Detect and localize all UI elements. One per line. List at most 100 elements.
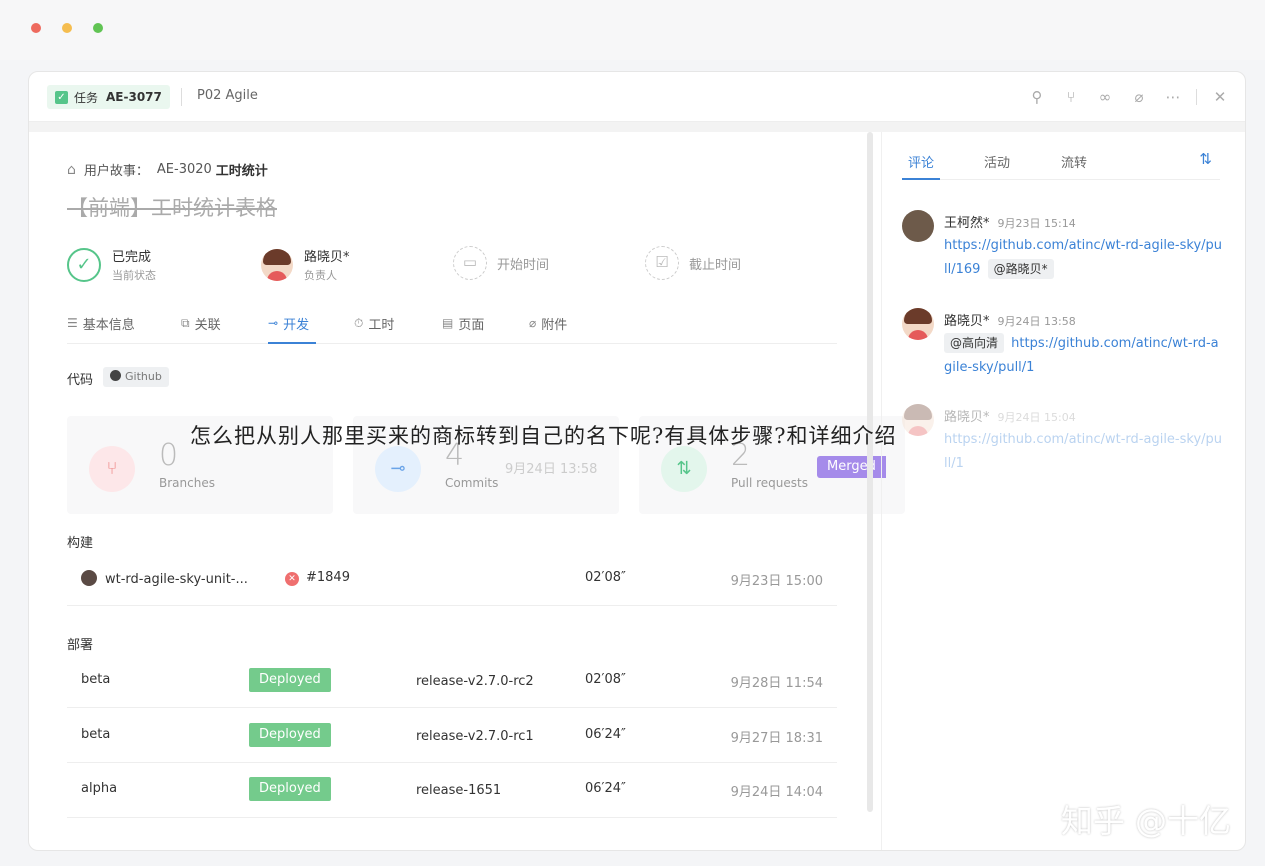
comment-author[interactable]: 王柯然* xyxy=(944,216,990,231)
maximize-window-button[interactable] xyxy=(93,23,103,33)
tab-activity[interactable]: 活动 xyxy=(984,152,1010,171)
minimize-window-button[interactable] xyxy=(62,23,72,33)
breadcrumb-title[interactable]: 工时统计 xyxy=(216,160,268,179)
comment-link[interactable]: https://github.com/atinc/wt-rd-agile-sky… xyxy=(944,432,1222,471)
table-row[interactable]: alpha Deployed release-1651 06′24″ 9月24日… xyxy=(67,763,837,818)
close-window-button[interactable] xyxy=(31,23,41,33)
table-row[interactable]: beta Deployed release-v2.7.0-rc1 06′24″ … xyxy=(67,708,837,763)
close-icon[interactable]: ✕ xyxy=(1209,86,1231,108)
end-time-label: 截止时间 xyxy=(689,257,742,273)
comment-author[interactable]: 路晓贝* xyxy=(944,314,990,329)
table-row[interactable]: wt-rd-agile-sky-unit-... ✕ #1849 02′08″ 9… xyxy=(67,554,837,606)
deploy-duration: 06′24″ xyxy=(585,727,626,742)
tab-flow[interactable]: 流转 xyxy=(1061,152,1087,171)
calendar-check-icon: ☑ xyxy=(645,246,679,280)
task-type-chip[interactable]: ✓ 任务 AE-3077 xyxy=(47,85,170,109)
breadcrumb-id[interactable]: AE-3020 xyxy=(157,162,212,177)
scrollbar[interactable] xyxy=(867,132,873,812)
link-icon[interactable]: ∞ xyxy=(1094,86,1116,108)
task-type-label: 任务 xyxy=(74,90,99,105)
attachment-icon[interactable]: ⌀ xyxy=(1128,86,1150,108)
overlay-caption: 怎么把从别人那里买来的商标转到自己的名下呢?有具体步骤?和详细介绍 xyxy=(190,424,897,448)
comment-link[interactable]: https://github.com/atinc/wt-rd-agile-sky… xyxy=(944,238,1222,277)
comment-author[interactable]: 路晓贝* xyxy=(944,410,990,425)
deploy-duration: 02′08″ xyxy=(585,672,626,687)
pull-requests-label: Pull requests xyxy=(731,476,808,490)
more-icon[interactable]: ⋯ xyxy=(1162,86,1184,108)
tab-label: 开发 xyxy=(283,317,310,333)
commits-label: Commits xyxy=(445,476,499,490)
commit-icon: ⊸ xyxy=(375,446,421,492)
tab-label: 工时 xyxy=(368,317,395,333)
github-badge[interactable]: Github xyxy=(103,367,169,387)
calendar-icon: ▭ xyxy=(453,246,487,280)
tab-basic-info[interactable]: ☰ 基本信息 xyxy=(67,312,135,334)
header-actions: ⚲ ⑂ ∞ ⌀ ⋯ ✕ xyxy=(1014,86,1231,108)
deploy-release[interactable]: release-1651 xyxy=(416,783,501,798)
tab-attachments[interactable]: ⌀ 附件 xyxy=(529,312,567,334)
breadcrumb-type: 用户故事： xyxy=(83,164,149,179)
mention-tag[interactable]: @高向清 xyxy=(944,333,1005,353)
tab-worktime[interactable]: ⏱ 工时 xyxy=(354,312,394,334)
status-property[interactable]: ✓ 已完成 当前状态 xyxy=(67,246,156,283)
checkbox-icon: ✓ xyxy=(55,90,68,104)
build-number[interactable]: ✕ #1849 xyxy=(285,570,350,586)
tab-comments[interactable]: 评论 xyxy=(908,152,934,171)
branch-icon: ⑂ xyxy=(89,446,135,492)
avatar xyxy=(261,248,293,281)
active-tab-indicator xyxy=(268,342,316,344)
relation-icon: ⧉ xyxy=(181,315,190,330)
sort-icon[interactable]: ⇅ xyxy=(1199,150,1212,168)
build-duration: 02′08″ xyxy=(585,570,626,585)
tab-pages[interactable]: ▤ 页面 xyxy=(442,312,484,334)
deploy-env: beta xyxy=(81,672,111,687)
task-detail-window: ✓ 任务 AE-3077 P02 Agile ⚲ ⑂ ∞ ⌀ ⋯ ✕ ⌂ 用户故… xyxy=(28,71,1246,851)
project-name[interactable]: P02 Agile xyxy=(197,88,258,103)
comment-body: https://github.com/atinc/wt-rd-agile-sky… xyxy=(944,234,1224,282)
github-icon xyxy=(110,370,121,381)
pin-icon[interactable]: ⚲ xyxy=(1026,86,1048,108)
jenkins-avatar xyxy=(81,570,97,586)
page-title[interactable]: 【前端】工时统计表格 xyxy=(67,192,277,222)
comment-item: 路晓贝* 9月24日 13:58 @高向清 https://github.com/… xyxy=(902,308,1232,398)
start-time-property[interactable]: ▭ 开始时间 xyxy=(453,246,549,280)
end-time-property[interactable]: ☑ 截止时间 xyxy=(645,246,741,280)
status-label: 当前状态 xyxy=(112,269,156,282)
pull-request-icon: ⇅ xyxy=(661,446,707,492)
comment-item: 王柯然* 9月23日 15:14 https://github.com/atinc… xyxy=(902,210,1232,300)
tab-label: 附件 xyxy=(541,317,568,333)
comment-header: 路晓贝* 9月24日 15:04 xyxy=(944,406,1076,425)
table-row[interactable]: beta Deployed release-v2.7.0-rc2 02′08″ … xyxy=(67,654,837,708)
avatar[interactable] xyxy=(902,210,934,242)
home-icon: ⌂ xyxy=(67,161,76,178)
merged-badge: Merged xyxy=(817,456,886,478)
tab-label: 页面 xyxy=(458,317,485,333)
branch-icon[interactable]: ⑂ xyxy=(1060,86,1082,108)
comments-panel: 评论 活动 流转 ⇅ 王柯然* 9月23日 15:14 https://githu… xyxy=(881,132,1245,850)
watermark: 知乎 @十亿 xyxy=(1060,802,1231,840)
header-divider xyxy=(181,88,182,106)
mention-tag[interactable]: @路晓贝* xyxy=(987,259,1054,279)
attachment-icon: ⌀ xyxy=(529,316,537,330)
page-icon: ▤ xyxy=(442,316,454,330)
list-icon: ☰ xyxy=(67,316,78,330)
deployed-badge: Deployed xyxy=(249,723,331,747)
comment-body: @高向清 https://github.com/atinc/wt-rd-agil… xyxy=(944,332,1224,380)
tab-development[interactable]: ⊸ 开发 xyxy=(268,312,309,334)
avatar[interactable] xyxy=(902,404,934,436)
header-separator xyxy=(29,122,1245,132)
tab-label: 关联 xyxy=(194,317,221,333)
deploy-time: 9月24日 14:04 xyxy=(730,785,823,800)
deploy-release[interactable]: release-v2.7.0-rc2 xyxy=(416,674,534,689)
comment-time: 9月24日 13:58 xyxy=(997,315,1076,328)
deploy-release[interactable]: release-v2.7.0-rc1 xyxy=(416,729,534,744)
owner-property[interactable]: 路晓贝* 负责人 xyxy=(261,246,350,283)
avatar[interactable] xyxy=(902,308,934,340)
comment-time: 9月23日 15:14 xyxy=(997,217,1076,230)
build-section-label: 构建 xyxy=(67,536,94,551)
tab-relation[interactable]: ⧉ 关联 xyxy=(181,312,221,334)
detail-tabs: ☰ 基本信息 ⧉ 关联 ⊸ 开发 ⏱ 工时 ▤ 页面 ⌀ 附件 xyxy=(67,302,837,344)
deployed-badge: Deployed xyxy=(249,668,331,692)
tab-label: 基本信息 xyxy=(82,317,135,333)
title-bar xyxy=(0,0,1265,60)
